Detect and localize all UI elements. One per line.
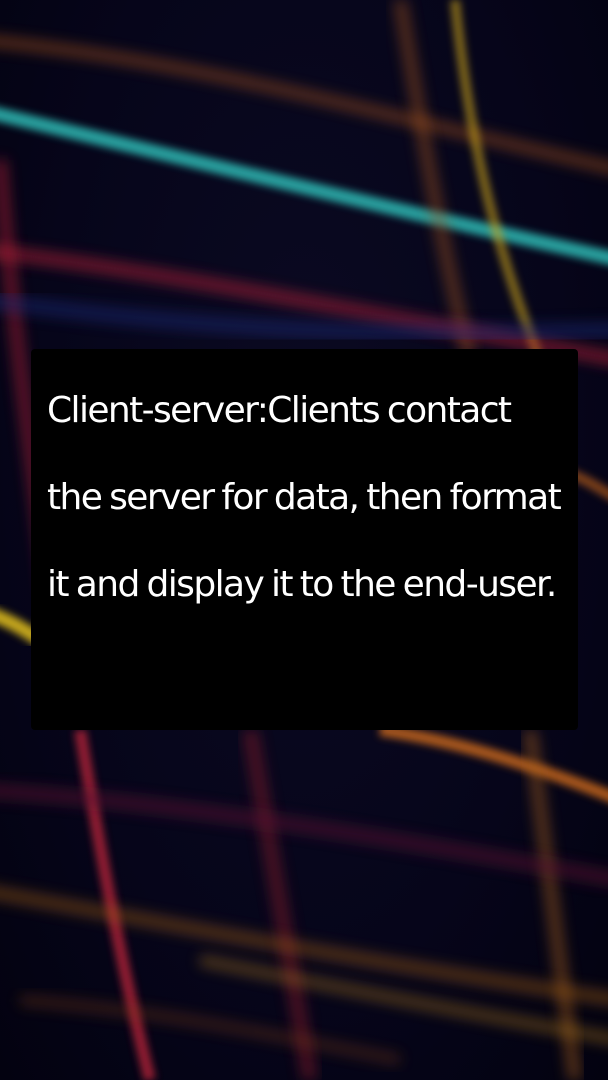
orange-streak-top	[0, 36, 608, 173]
orange-streak-below-box	[379, 724, 608, 802]
brown-streak-bottom	[19, 995, 401, 1065]
dark-red-streak-lower	[0, 784, 608, 885]
caption-text: Client-server:Clients contact the server…	[47, 390, 562, 605]
video-frame: Client-server:Clients contact the server…	[0, 0, 608, 1080]
cyan-streak	[0, 107, 608, 265]
caption-box: Client-server:Clients contact the server…	[31, 349, 578, 730]
yellow-vertical-streak	[450, 0, 545, 362]
